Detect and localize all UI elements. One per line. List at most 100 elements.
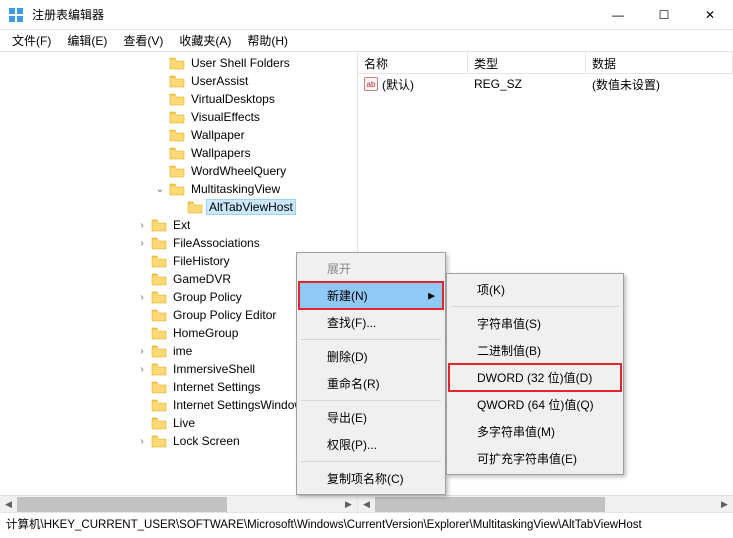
tree-item[interactable]: ⌄ MultitaskingView [0,180,357,198]
folder-icon [169,164,185,178]
col-data[interactable]: 数据 [586,52,733,73]
menu-item[interactable]: 新建(N)▶ [299,282,443,309]
tree-label: Wallpapers [188,145,254,161]
tree-label: Lock Screen [170,433,243,449]
tree-item[interactable]: VisualEffects [0,108,357,126]
folder-icon [151,254,167,268]
expander-icon[interactable]: › [136,220,148,231]
folder-icon [151,380,167,394]
list-row[interactable]: ab (默认) REG_SZ (数值未设置) [358,74,733,94]
menu-item[interactable]: 字符串值(S) [449,310,621,337]
folder-icon [151,416,167,430]
tree-label: VirtualDesktops [188,91,278,107]
expander-icon[interactable]: › [136,292,148,303]
titlebar: 注册表编辑器 — ☐ ✕ [0,0,733,30]
folder-icon [151,272,167,286]
scroll-right-icon[interactable]: ▶ [340,496,357,513]
folder-icon [151,218,167,232]
tree-label: ime [170,343,195,359]
folder-icon [169,56,185,70]
col-type[interactable]: 类型 [468,52,586,73]
menu-item[interactable]: 可扩充字符串值(E) [449,445,621,472]
tree-label: VisualEffects [188,109,263,125]
menu-item[interactable]: 复制项名称(C) [299,465,443,492]
menu-item[interactable]: 删除(D) [299,343,443,370]
tree-label: HomeGroup [170,325,241,341]
scroll-thumb[interactable] [375,497,605,512]
folder-icon [151,290,167,304]
tree-label: FileAssociations [170,235,263,251]
tree-item[interactable]: › Ext [0,216,357,234]
scroll-left-icon[interactable]: ◀ [0,496,17,513]
expander-icon[interactable]: › [136,346,148,357]
menu-file[interactable]: 文件(F) [4,30,59,51]
tree-label: Ext [170,217,193,233]
menu-favorites[interactable]: 收藏夹(A) [171,30,239,51]
menu-separator [301,461,441,462]
expander-icon[interactable]: › [136,238,148,249]
folder-icon [169,182,185,196]
menu-item[interactable]: 重命名(R) [299,370,443,397]
folder-icon [151,398,167,412]
expander-icon[interactable]: ⌄ [154,184,166,195]
menu-item[interactable]: 导出(E) [299,404,443,431]
tree-label: Group Policy [170,289,245,305]
menu-view[interactable]: 查看(V) [115,30,171,51]
tree-item[interactable]: › FileAssociations [0,234,357,252]
tree-label: UserAssist [188,73,251,89]
folder-icon [151,344,167,358]
tree-label: MultitaskingView [188,181,283,197]
menu-item[interactable]: 二进制值(B) [449,337,621,364]
submenu-arrow-icon: ▶ [428,290,435,301]
tree-item[interactable]: WordWheelQuery [0,162,357,180]
maximize-button[interactable]: ☐ [641,0,687,30]
minimize-button[interactable]: — [595,0,641,30]
menu-help[interactable]: 帮助(H) [239,30,296,51]
folder-icon [169,146,185,160]
menu-edit[interactable]: 编辑(E) [59,30,115,51]
tree-item[interactable]: UserAssist [0,72,357,90]
expander-icon[interactable]: › [136,436,148,447]
folder-icon [169,128,185,142]
scroll-left-icon[interactable]: ◀ [358,496,375,513]
tree-item[interactable]: Wallpapers [0,144,357,162]
tree-item[interactable]: Wallpaper [0,126,357,144]
context-submenu: 项(K) 字符串值(S)二进制值(B)DWORD (32 位)值(D)QWORD … [446,273,624,475]
menu-item: 展开 [299,255,443,282]
tree-label: FileHistory [170,253,233,269]
scroll-right-icon[interactable]: ▶ [716,496,733,513]
expander-icon[interactable]: › [136,364,148,375]
tree-label: AltTabViewHost [206,199,296,215]
folder-icon [151,308,167,322]
menu-item[interactable]: 权限(P)... [299,431,443,458]
menu-item[interactable]: 查找(F)... [299,309,443,336]
tree-item[interactable]: AltTabViewHost [0,198,357,216]
folder-icon [151,326,167,340]
menu-item[interactable]: DWORD (32 位)值(D) [449,364,621,391]
value-type: REG_SZ [468,75,586,93]
menu-separator [301,400,441,401]
context-menu: 展开新建(N)▶查找(F)... 删除(D)重命名(R) 导出(E)权限(P)...… [296,252,446,495]
tree-item[interactable]: User Shell Folders [0,54,357,72]
menu-item[interactable]: 项(K) [449,276,621,303]
tree-label: Live [170,415,198,431]
tree-label: Internet SettingsWindows [170,397,312,413]
scroll-thumb[interactable] [17,497,227,512]
tree-item[interactable]: VirtualDesktops [0,90,357,108]
menu-item[interactable]: 多字符串值(M) [449,418,621,445]
folder-icon [169,110,185,124]
folder-icon [169,74,185,88]
string-value-icon: ab [364,77,378,91]
folder-icon [187,200,203,214]
menubar: 文件(F) 编辑(E) 查看(V) 收藏夹(A) 帮助(H) [0,30,733,52]
tree-label: User Shell Folders [188,55,293,71]
value-name: (默认) [382,76,414,93]
menu-item[interactable]: QWORD (64 位)值(Q) [449,391,621,418]
close-button[interactable]: ✕ [687,0,733,30]
col-name[interactable]: 名称 [358,52,468,73]
tree-hscroll[interactable]: ◀ ▶ [0,495,357,512]
folder-icon [151,362,167,376]
menu-separator [451,306,619,307]
list-hscroll[interactable]: ◀ ▶ [358,495,733,512]
app-icon [8,7,24,23]
